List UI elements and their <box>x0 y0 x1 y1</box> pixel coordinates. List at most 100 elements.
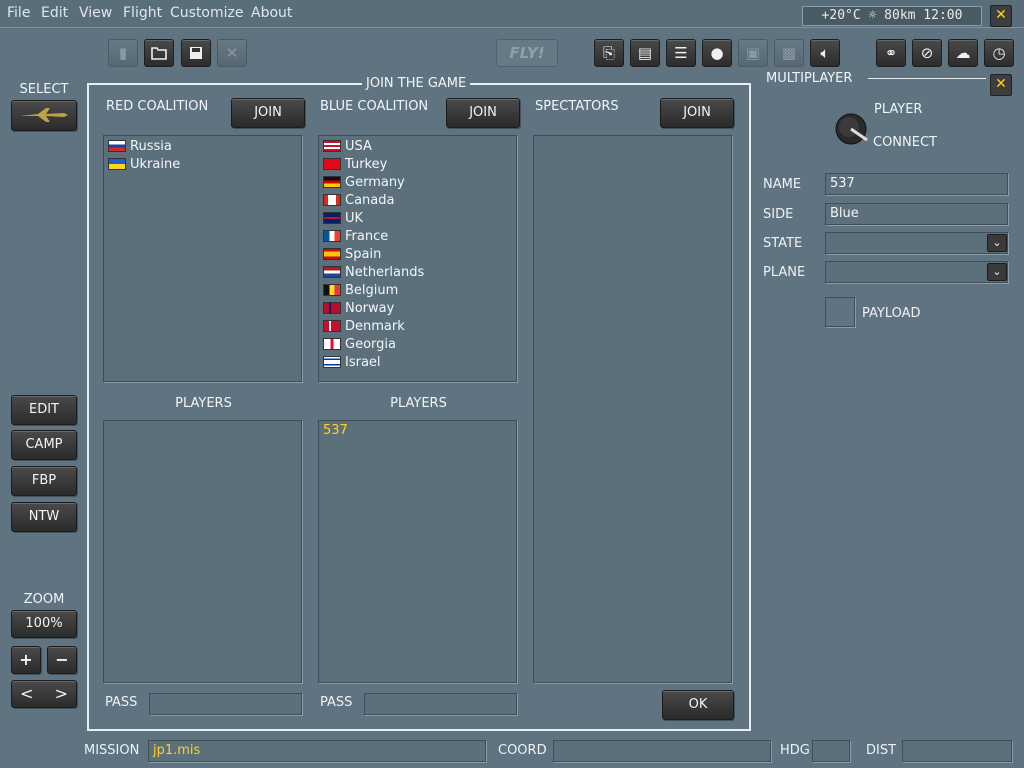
list-item[interactable]: France <box>319 228 516 246</box>
flag-turkey-icon <box>323 158 341 170</box>
menu-about[interactable]: About <box>251 5 292 21</box>
fbp-button[interactable]: FBP <box>11 466 77 496</box>
flag-canada-icon <box>323 194 341 206</box>
blue-pass-input[interactable] <box>364 693 517 715</box>
zoom-out-button[interactable]: − <box>47 646 77 674</box>
list-item[interactable]: Spain <box>319 246 516 264</box>
red-coalition-header: RED COALITION <box>106 99 209 114</box>
list-item[interactable]: Germany <box>319 174 516 192</box>
mission-label: MISSION <box>84 743 140 758</box>
zoom-value-button[interactable]: 100% <box>11 610 77 638</box>
open-mission-button[interactable] <box>144 39 174 67</box>
list-item[interactable]: 537 <box>319 422 516 440</box>
menu-bar: File Edit View Flight Customize About +2… <box>0 0 1024 28</box>
red-country-list[interactable]: Russia Ukraine <box>103 135 302 382</box>
camp-button[interactable]: CAMP <box>11 430 77 460</box>
red-pass-input[interactable] <box>149 693 302 715</box>
list-item[interactable]: Israel <box>319 354 516 372</box>
list-item[interactable]: Russia <box>104 138 301 156</box>
close-icon: ✕ <box>225 44 239 62</box>
state-dropdown-button[interactable]: ⌄ <box>987 234 1007 252</box>
speaker-icon: 🔈︎ <box>820 44 830 62</box>
select-aircraft-button[interactable] <box>11 100 77 131</box>
fly-button[interactable]: FLY! <box>496 39 558 67</box>
sound-button[interactable]: 🔈︎ <box>810 39 840 67</box>
camera-icon: ▣ <box>745 44 761 62</box>
pan-left-button[interactable]: < <box>20 684 33 703</box>
join-blue-button[interactable]: JOIN <box>446 98 520 128</box>
state-select[interactable] <box>825 232 1008 254</box>
list-item[interactable]: Canada <box>319 192 516 210</box>
flag-russia-icon <box>108 140 126 152</box>
connect-mode-label[interactable]: CONNECT <box>873 135 937 150</box>
blue-players-list[interactable]: 537 <box>318 420 517 683</box>
flag-israel-icon <box>323 356 341 368</box>
list-item[interactable]: Netherlands <box>319 264 516 282</box>
list-item[interactable]: Georgia <box>319 336 516 354</box>
red-players-list[interactable] <box>103 420 302 683</box>
flag-norway-icon <box>323 302 341 314</box>
flag-denmark-icon <box>323 320 341 332</box>
ok-button[interactable]: OK <box>662 690 734 720</box>
menu-customize[interactable]: Customize <box>170 5 244 21</box>
zoom-in-button[interactable]: + <box>11 646 41 674</box>
join-red-button[interactable]: JOIN <box>231 98 305 128</box>
view-objects-button[interactable]: ⚭ <box>876 39 906 67</box>
spectators-list[interactable] <box>533 135 732 683</box>
pan-right-button[interactable]: > <box>55 684 68 703</box>
no-entry-button[interactable]: ⊘ <box>912 39 942 67</box>
edit-button[interactable]: EDIT <box>11 395 77 425</box>
cloud-icon: ☁ <box>955 44 971 62</box>
list-item[interactable]: USA <box>319 138 516 156</box>
hdg-label: HDG <box>780 743 810 758</box>
chevron-down-icon: ⌄ <box>992 265 1002 278</box>
plane-select[interactable] <box>825 261 1008 283</box>
time-button[interactable]: ◷ <box>984 39 1014 67</box>
notes-button[interactable]: ☰ <box>666 39 696 67</box>
menu-edit[interactable]: Edit <box>41 5 68 21</box>
list-item[interactable]: UK <box>319 210 516 228</box>
multiplayer-title: MULTIPLAYER <box>766 71 853 86</box>
blue-coalition-header: BLUE COALITION <box>320 99 429 114</box>
list-item[interactable]: Denmark <box>319 318 516 336</box>
multiplayer-divider <box>868 78 986 79</box>
flag-georgia-icon <box>323 338 341 350</box>
dialog-title: JOIN THE GAME <box>362 76 471 91</box>
player-mode-label[interactable]: PLAYER <box>874 102 922 117</box>
flag-usa-icon <box>323 140 341 152</box>
record-button[interactable]: ▩ <box>774 39 804 67</box>
clock-icon: ◷ <box>992 44 1006 62</box>
pilot-button[interactable]: ● <box>702 39 732 67</box>
blue-country-list[interactable]: USA Turkey Germany Canada UK France Spai… <box>318 135 517 382</box>
list-item[interactable]: Belgium <box>319 282 516 300</box>
menu-flight[interactable]: Flight <box>123 5 162 21</box>
mode-knob-icon[interactable] <box>832 108 872 148</box>
document-icon: ⎘ <box>602 44 615 62</box>
list-item[interactable]: Turkey <box>319 156 516 174</box>
join-spectators-button[interactable]: JOIN <box>660 98 734 128</box>
payload-button[interactable] <box>825 297 855 327</box>
plane-label: PLANE <box>763 265 806 280</box>
menu-file[interactable]: File <box>7 5 30 21</box>
mission-info-button[interactable]: ⎘ <box>594 39 624 67</box>
aircraft-icon <box>20 108 68 122</box>
briefing-button[interactable]: ▤ <box>630 39 660 67</box>
list-item[interactable]: Ukraine <box>104 156 301 174</box>
new-mission-button[interactable]: ▮ <box>108 39 138 67</box>
name-input[interactable]: 537 <box>825 173 1008 195</box>
prohibited-icon: ⊘ <box>920 44 934 62</box>
close-multiplayer-button[interactable]: ✕ <box>990 74 1012 96</box>
flag-germany-icon <box>323 176 341 188</box>
menu-view[interactable]: View <box>79 5 112 21</box>
save-mission-button[interactable] <box>181 39 211 67</box>
screenshot-button[interactable]: ▣ <box>738 39 768 67</box>
red-pass-label: PASS <box>105 695 138 710</box>
list-item[interactable]: Norway <box>319 300 516 318</box>
plane-dropdown-button[interactable]: ⌄ <box>987 263 1007 281</box>
weather-button[interactable]: ☁ <box>948 39 978 67</box>
close-app-button[interactable]: ✕ <box>990 5 1012 27</box>
blue-pass-label: PASS <box>320 695 353 710</box>
chevron-down-icon: ⌄ <box>992 236 1002 249</box>
ntw-button[interactable]: NTW <box>11 502 77 532</box>
delete-mission-button[interactable]: ✕ <box>217 39 247 67</box>
